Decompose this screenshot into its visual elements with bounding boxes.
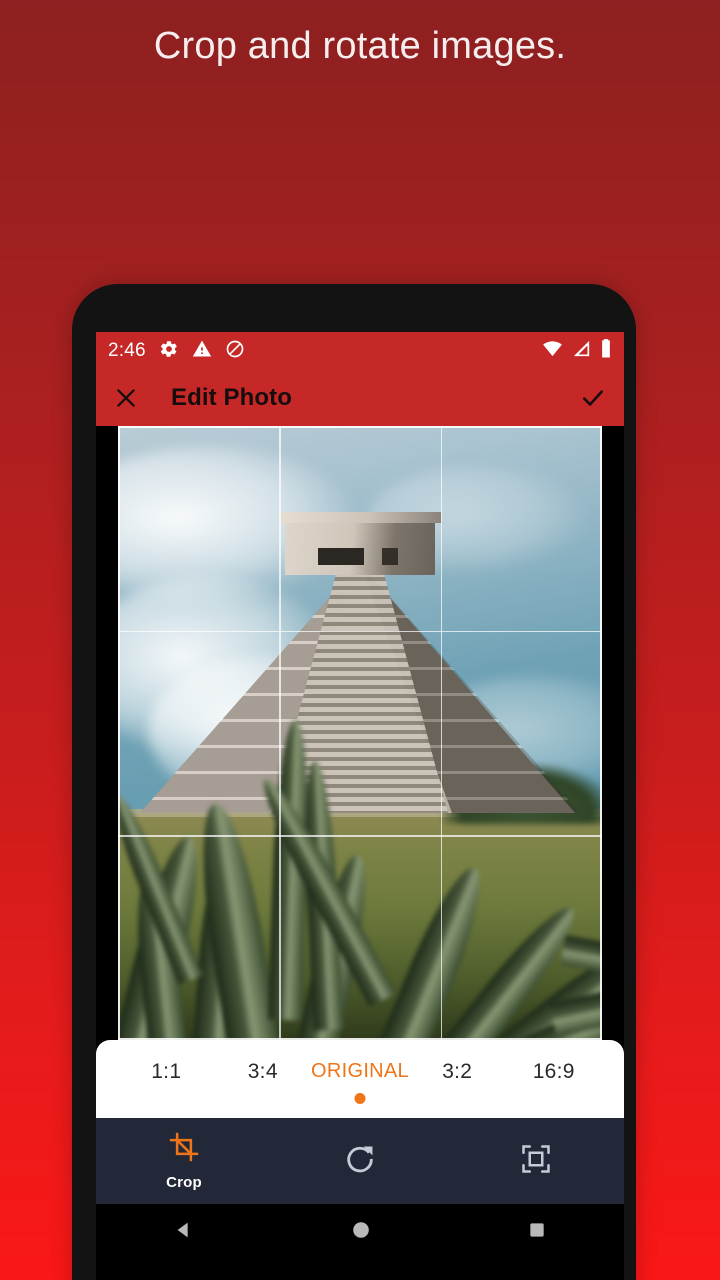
aspect-ratio-label: ORIGINAL <box>311 1060 409 1082</box>
aspect-ratio-label: 16:9 <box>532 1060 575 1083</box>
close-icon[interactable] <box>113 385 139 411</box>
aspect-ratio-option-16-9[interactable]: 16:9 <box>505 1040 602 1084</box>
crop-area[interactable] <box>118 426 602 1040</box>
aspect-ratio-option-3-2[interactable]: 3:2 <box>409 1040 506 1084</box>
photo-image <box>118 426 602 1040</box>
editor-toolbar: Crop <box>96 1118 624 1204</box>
aspect-ratio-label: 1:1 <box>151 1060 182 1083</box>
tool-fit[interactable] <box>448 1144 624 1179</box>
android-nav-bar <box>96 1204 624 1256</box>
promo-headline: Crop and rotate images. <box>153 24 567 67</box>
recents-square-icon[interactable] <box>527 1220 547 1240</box>
phone-mockup: 2:46 Edit Photo 1:1 3:4 ORIGINAL 3:2 16:… <box>72 284 636 1280</box>
tool-crop[interactable]: Crop <box>96 1132 272 1191</box>
tool-rotate[interactable] <box>272 1142 448 1181</box>
check-icon[interactable] <box>579 384 607 412</box>
app-bar: Edit Photo <box>96 370 624 426</box>
tool-crop-label: Crop <box>166 1173 202 1191</box>
wifi-icon <box>542 340 563 362</box>
aspect-ratio-option-3-4[interactable]: 3:4 <box>215 1040 312 1084</box>
status-clock: 2:46 <box>108 340 146 361</box>
gear-icon <box>159 339 179 364</box>
aspect-ratio-bar: 1:1 3:4 ORIGINAL 3:2 16:9 <box>96 1040 624 1118</box>
rotate-clockwise-icon <box>343 1142 377 1181</box>
selected-indicator-dot <box>354 1093 366 1104</box>
status-bar-left: 2:46 <box>108 339 245 364</box>
cell-signal-icon <box>572 340 591 362</box>
battery-icon <box>600 339 612 363</box>
do-not-disturb-icon <box>225 339 245 364</box>
fit-frame-icon <box>521 1144 551 1179</box>
photo-foreground-leaves <box>118 696 602 1040</box>
crop-icon <box>169 1132 199 1167</box>
aspect-ratio-label: 3:4 <box>247 1060 278 1083</box>
aspect-ratio-option-original[interactable]: ORIGINAL <box>311 1040 409 1104</box>
status-bar-right <box>542 339 612 363</box>
page-title: Edit Photo <box>171 384 292 411</box>
phone-screen: 2:46 Edit Photo 1:1 3:4 ORIGINAL 3:2 16:… <box>96 332 624 1280</box>
status-bar: 2:46 <box>96 332 624 370</box>
photo-stage <box>96 426 624 1040</box>
aspect-ratio-label: 3:2 <box>442 1060 473 1083</box>
back-triangle-icon[interactable] <box>173 1219 195 1241</box>
warning-triangle-icon <box>192 339 212 364</box>
home-circle-icon[interactable] <box>350 1219 372 1241</box>
aspect-ratio-option-1-1[interactable]: 1:1 <box>118 1040 215 1084</box>
